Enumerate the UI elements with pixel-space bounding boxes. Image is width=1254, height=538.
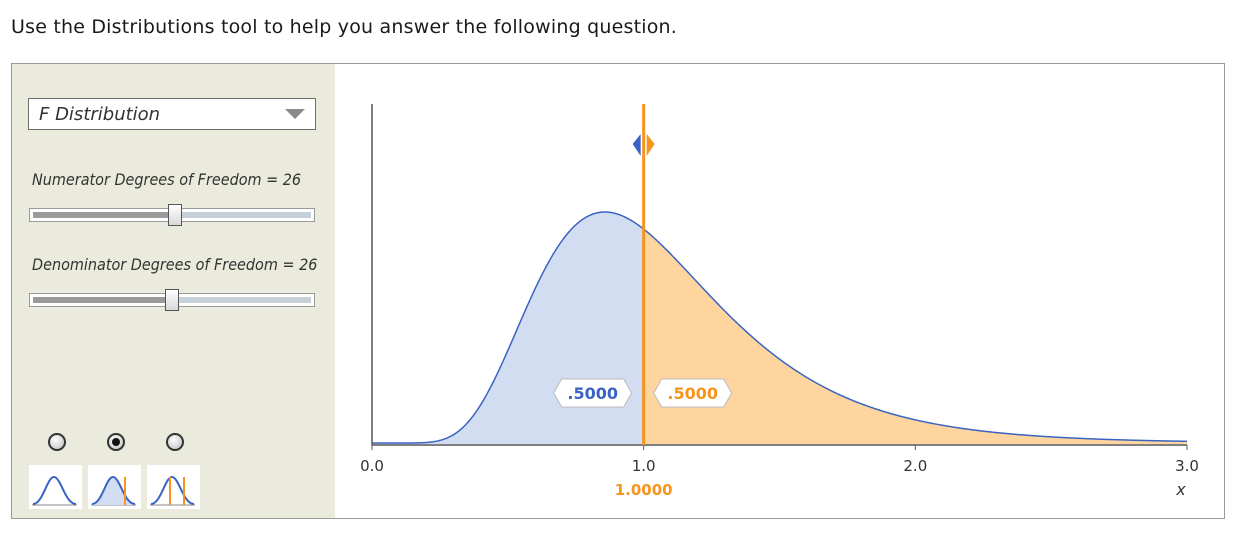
numerator-df-label: Numerator Degrees of Freedom = 26 — [32, 170, 302, 189]
denominator-slider-thumb[interactable] — [165, 289, 179, 311]
distribution-dropdown[interactable]: F Distribution — [28, 98, 316, 130]
cutoff-handle-left — [632, 134, 641, 156]
distribution-plot: 0.0 1.0 2.0 3.0 x 1.0000 .5000 .5000 — [360, 104, 1199, 499]
slider-remaining — [172, 297, 311, 303]
mode-two-cutoffs-icon[interactable] — [147, 465, 200, 509]
mode-one-cutoff-icon[interactable] — [88, 465, 141, 509]
slider-remaining — [174, 212, 311, 218]
right-area-label: .5000 — [667, 384, 718, 403]
chevron-down-icon — [285, 109, 305, 119]
numerator-df-slider[interactable] — [29, 204, 315, 226]
mode-radio-two-cutoffs[interactable] — [166, 433, 184, 451]
denominator-df-slider[interactable] — [29, 289, 315, 311]
left-area-label: .5000 — [567, 384, 618, 403]
x-axis-label: x — [1175, 480, 1186, 499]
distribution-dropdown-value: F Distribution — [39, 104, 161, 125]
mode-density-icon[interactable] — [29, 465, 82, 509]
slider-fill — [33, 212, 175, 218]
x-tick-label: 2.0 — [903, 457, 927, 475]
instruction-text: Use the Distributions tool to help you a… — [11, 16, 677, 38]
cutoff-value-label: 1.0000 — [615, 481, 673, 499]
mode-radio-one-cutoff[interactable] — [107, 433, 125, 451]
right-area — [643, 229, 1187, 444]
denominator-df-label: Denominator Degrees of Freedom = 26 — [32, 255, 318, 274]
slider-fill — [33, 297, 172, 303]
distribution-chart: 0.0 1.0 2.0 3.0 x 1.0000 .5000 .5000 — [335, 64, 1224, 518]
left-area — [372, 212, 644, 444]
numerator-slider-thumb[interactable] — [167, 204, 182, 226]
cutoff-handle-right[interactable] — [646, 134, 655, 156]
distributions-tool: F Distribution Numerator Degrees of Free… — [11, 63, 1225, 519]
x-tick-label: 1.0 — [632, 457, 656, 475]
x-tick-label: 0.0 — [360, 457, 384, 475]
control-panel: F Distribution Numerator Degrees of Free… — [12, 64, 335, 518]
x-tick-label: 3.0 — [1175, 457, 1199, 475]
mode-radio-density[interactable] — [48, 433, 66, 451]
